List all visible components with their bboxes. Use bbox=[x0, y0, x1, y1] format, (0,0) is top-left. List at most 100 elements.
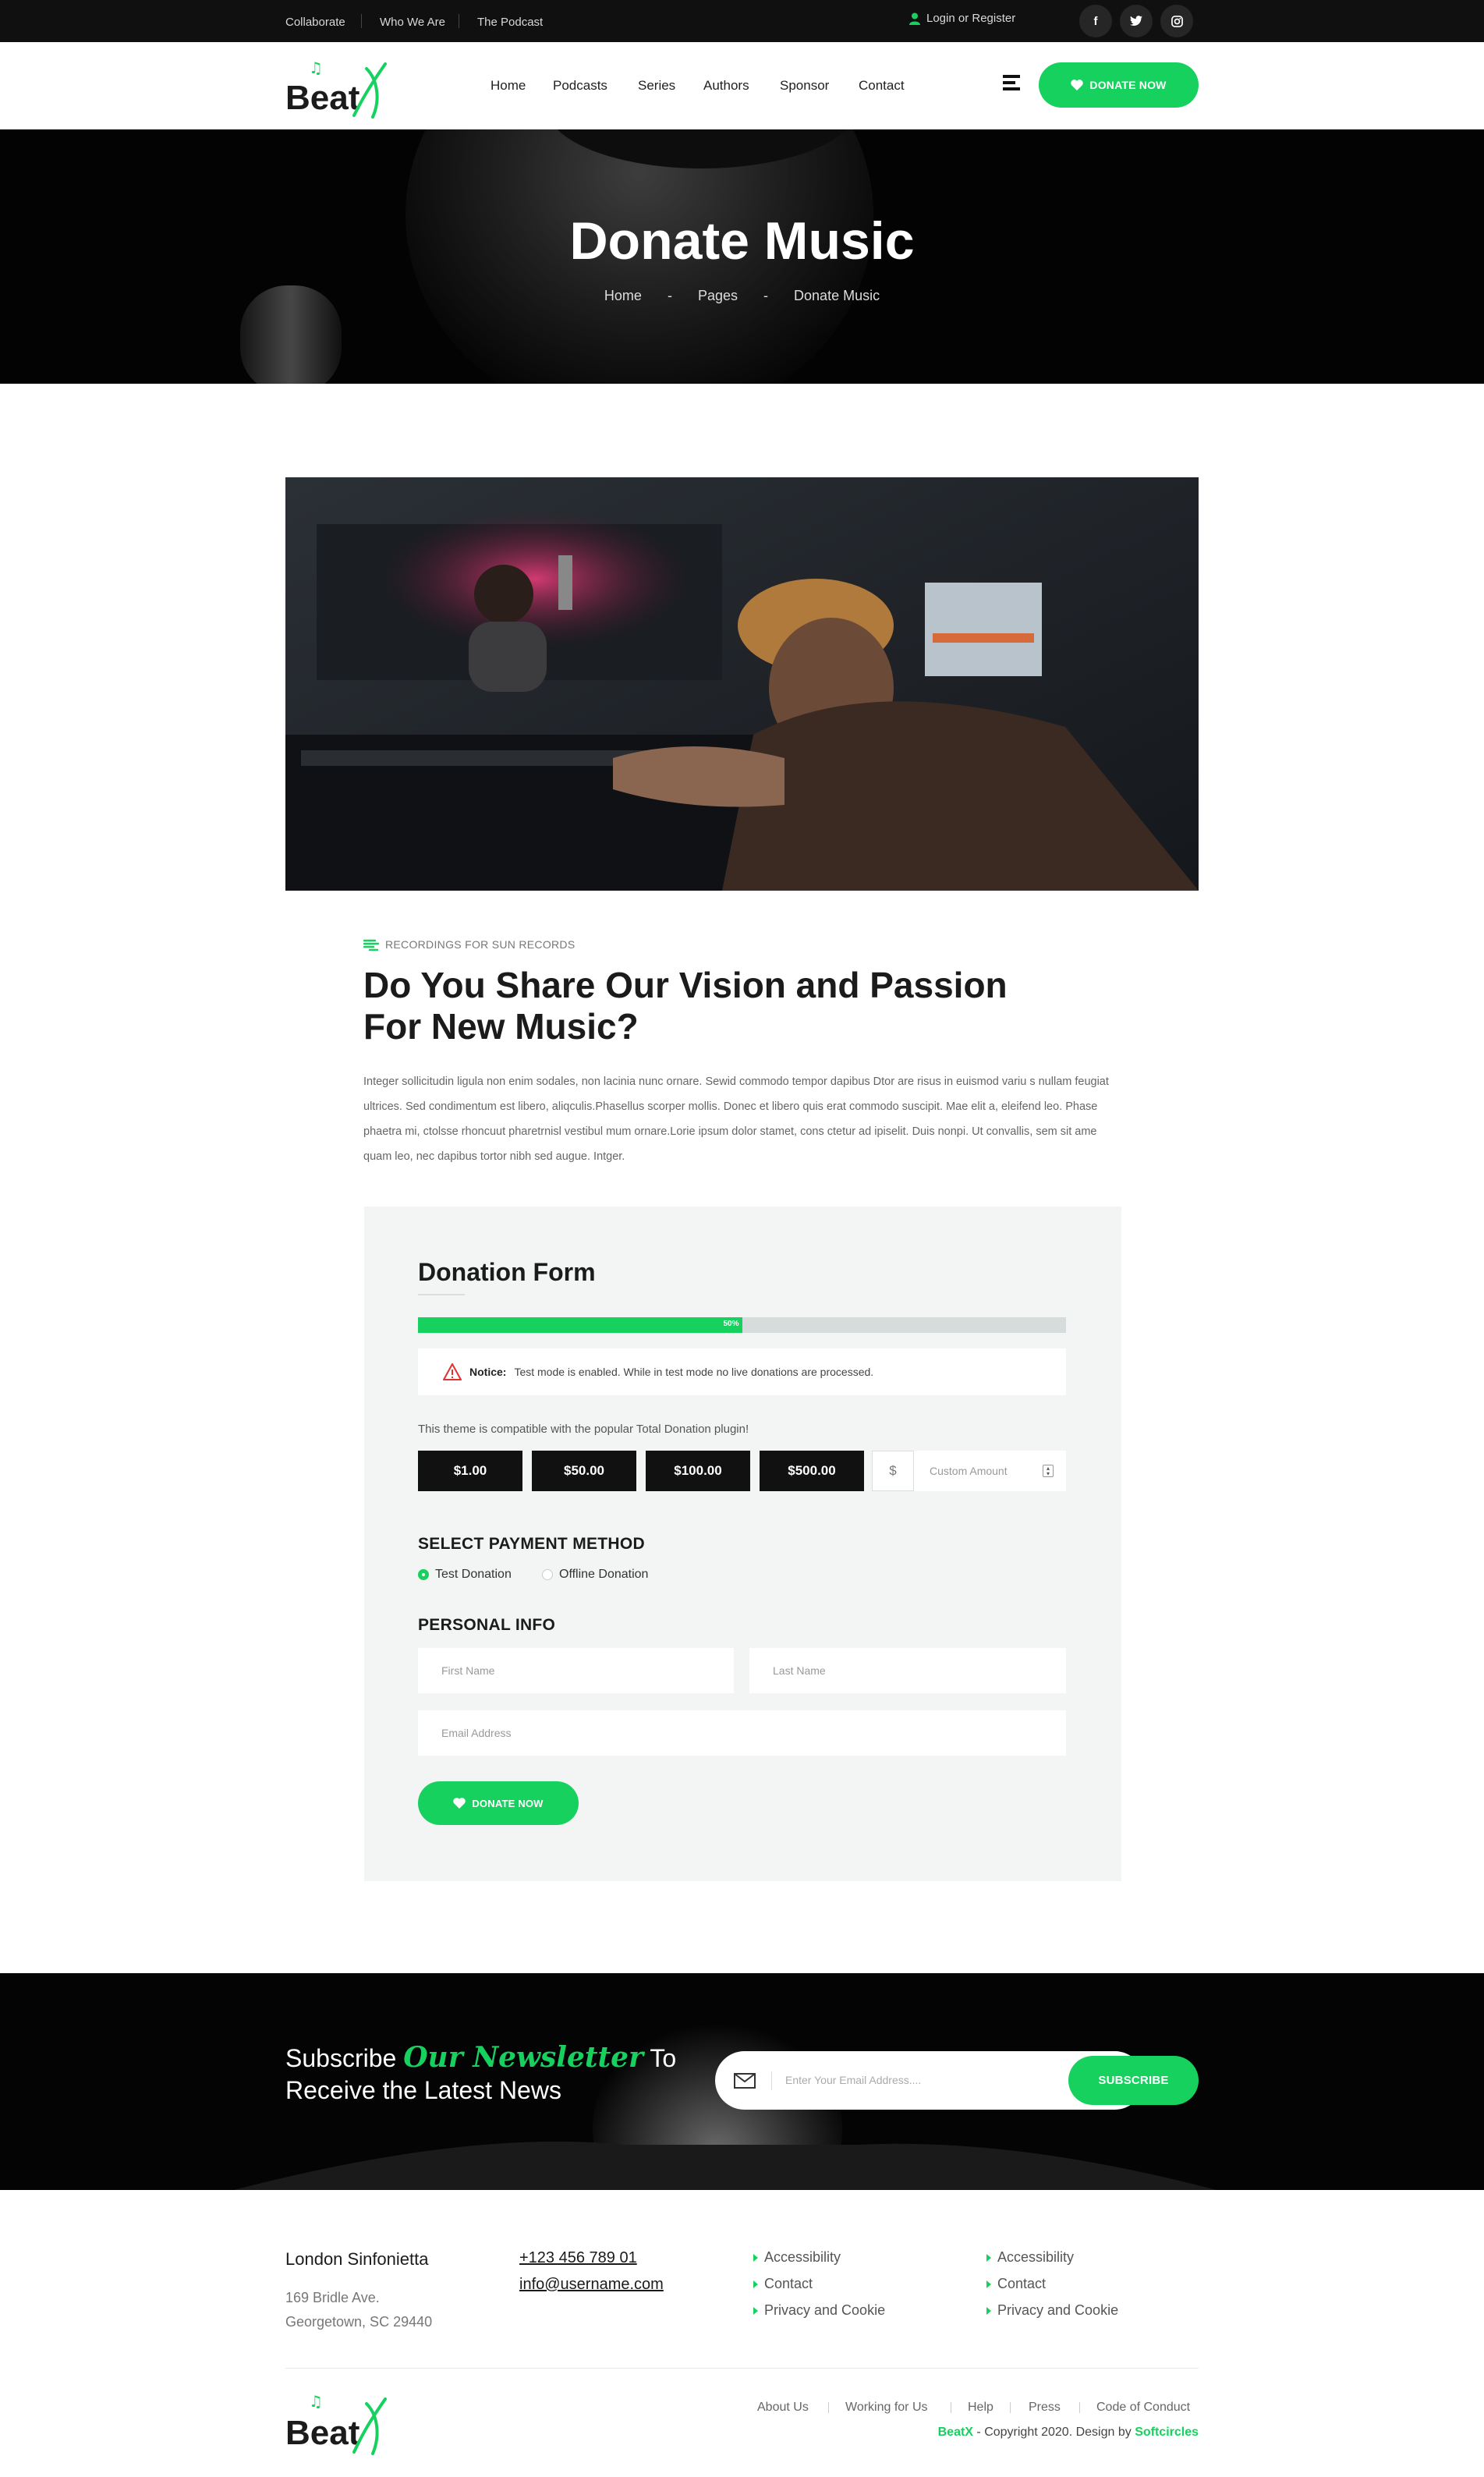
header-donate-label: DONATE NOW bbox=[1089, 79, 1167, 91]
logo-graphic: ♫ Beat bbox=[285, 58, 387, 119]
footer-logo[interactable]: ♫ Beat bbox=[285, 2387, 395, 2457]
page-hero: Donate Music Home - Pages - Donate Music bbox=[0, 129, 1484, 384]
footer-col1-contact[interactable]: Contact bbox=[753, 2276, 813, 2292]
menu-hamburger-icon[interactable] bbox=[1003, 75, 1020, 94]
notice-label: Notice: bbox=[469, 1366, 507, 1378]
footer-col2-contact[interactable]: Contact bbox=[986, 2276, 1046, 2292]
arrow-icon bbox=[753, 2280, 758, 2288]
copyright-author-link[interactable]: Softcircles bbox=[1135, 2426, 1199, 2439]
nav-home[interactable]: Home bbox=[491, 78, 526, 94]
arrow-icon bbox=[986, 2280, 991, 2288]
breadcrumb-home[interactable]: Home bbox=[604, 288, 642, 303]
footer-address-line-2: Georgetown, SC 29440 bbox=[285, 2314, 433, 2330]
top-bar: Collaborate Who We Are The Podcast Login… bbox=[0, 0, 1484, 42]
section-heading: Do You Share Our Vision and Passion For … bbox=[363, 965, 1034, 1047]
twitter-icon[interactable] bbox=[1120, 5, 1153, 37]
topbar-link-collaborate[interactable]: Collaborate bbox=[285, 16, 345, 29]
amount-option-50[interactable]: $50.00 bbox=[532, 1451, 636, 1491]
bottom-link-about-us[interactable]: About Us bbox=[757, 2401, 809, 2415]
arrow-icon bbox=[753, 2306, 758, 2315]
warning-icon bbox=[443, 1363, 462, 1380]
heart-icon bbox=[453, 1798, 466, 1809]
topbar-divider bbox=[361, 14, 362, 28]
first-name-field[interactable] bbox=[418, 1648, 734, 1693]
footer-link-label: Accessibility bbox=[764, 2249, 841, 2265]
radio-selected-icon[interactable] bbox=[418, 1569, 429, 1580]
progress-label: 50% bbox=[723, 1320, 739, 1328]
newsletter-email-input[interactable] bbox=[785, 2068, 1066, 2092]
intro-paragraph: Integer sollicitudin ligula non enim sod… bbox=[363, 1075, 1109, 1163]
site-logo[interactable]: ♫ Beat bbox=[285, 53, 395, 120]
subscribe-button[interactable]: SUBSCRIBE bbox=[1068, 2056, 1199, 2105]
copyright-brand[interactable]: BeatX bbox=[938, 2426, 973, 2439]
topbar-link-who-we-are[interactable]: Who We Are bbox=[380, 16, 445, 29]
personal-info-heading: PERSONAL INFO bbox=[418, 1616, 556, 1634]
breadcrumb-pages[interactable]: Pages bbox=[698, 288, 738, 303]
nav-authors[interactable]: Authors bbox=[703, 78, 749, 94]
radio-unselected-icon[interactable] bbox=[542, 1569, 553, 1580]
section-eyebrow: RECORDINGS FOR SUN RECORDS bbox=[363, 938, 575, 951]
donation-progress-bar: 50% bbox=[418, 1317, 1066, 1333]
newsletter-heading-post: To bbox=[650, 2044, 677, 2072]
last-name-field[interactable] bbox=[749, 1648, 1066, 1693]
studio-photo-graphic bbox=[285, 477, 1199, 891]
nav-contact[interactable]: Contact bbox=[859, 78, 905, 94]
newsletter-heading-line-2: Receive the Latest News bbox=[285, 2076, 561, 2104]
footer-col1-accessibility[interactable]: Accessibility bbox=[753, 2249, 841, 2266]
bottom-link-working-for-us[interactable]: Working for Us bbox=[845, 2401, 928, 2415]
donate-submit-label: DONATE NOW bbox=[472, 1797, 544, 1809]
footer-col1-privacy[interactable]: Privacy and Cookie bbox=[753, 2302, 885, 2319]
twitter-glyph bbox=[1130, 16, 1142, 27]
arrow-icon bbox=[753, 2253, 758, 2262]
bottom-separator bbox=[1010, 2402, 1011, 2413]
footer-email-link[interactable]: info@username.com bbox=[519, 2276, 664, 2294]
footer-col2-privacy[interactable]: Privacy and Cookie bbox=[986, 2302, 1118, 2319]
footer-phone-link[interactable]: +123 456 789 01 bbox=[519, 2249, 637, 2267]
footer-col2-accessibility[interactable]: Accessibility bbox=[986, 2249, 1074, 2266]
amount-option-500[interactable]: $500.00 bbox=[760, 1451, 864, 1491]
nav-podcasts[interactable]: Podcasts bbox=[553, 78, 607, 94]
eyebrow-label: RECORDINGS FOR SUN RECORDS bbox=[385, 938, 576, 951]
instagram-glyph bbox=[1171, 15, 1183, 27]
compatibility-text: This theme is compatible with the popula… bbox=[418, 1423, 749, 1436]
donate-submit-button[interactable]: DONATE NOW bbox=[418, 1781, 579, 1825]
studio-photo bbox=[285, 477, 1199, 891]
svg-text:♫: ♫ bbox=[309, 2392, 323, 2411]
title-underline bbox=[418, 1294, 465, 1295]
copyright-body: - Copyright 2020. Design by bbox=[972, 2426, 1135, 2439]
breadcrumb-separator: - bbox=[667, 288, 672, 303]
amount-stepper-icon[interactable]: ▴ ▾ bbox=[1043, 1465, 1054, 1477]
instagram-icon[interactable] bbox=[1160, 5, 1193, 37]
bottom-link-press[interactable]: Press bbox=[1029, 2401, 1061, 2415]
payment-option-test[interactable]: Test Donation bbox=[418, 1568, 512, 1582]
copyright-text: BeatX - Copyright 2020. Design by Softci… bbox=[938, 2426, 1199, 2440]
newsletter-divider bbox=[771, 2071, 772, 2090]
bottom-separator bbox=[828, 2402, 829, 2413]
svg-text:♫: ♫ bbox=[309, 58, 323, 77]
heading-line-1: Do You Share Our Vision and Passion bbox=[363, 965, 1008, 1005]
bottom-link-code-of-conduct[interactable]: Code of Conduct bbox=[1096, 2401, 1190, 2415]
email-field[interactable] bbox=[418, 1710, 1066, 1756]
svg-text:Beat: Beat bbox=[285, 2414, 360, 2452]
footer-logo-graphic: ♫ Beat bbox=[285, 2392, 387, 2455]
newsletter-heading-pre: Subscribe bbox=[285, 2044, 397, 2072]
footer-link-label: Contact bbox=[997, 2276, 1047, 2291]
heart-icon bbox=[1071, 80, 1084, 90]
header-donate-button[interactable]: DONATE NOW bbox=[1039, 62, 1199, 108]
progress-fill: 50% bbox=[418, 1317, 742, 1333]
topbar-link-the-podcast[interactable]: The Podcast bbox=[477, 16, 543, 29]
bottom-separator bbox=[1079, 2402, 1080, 2413]
nav-sponsor[interactable]: Sponsor bbox=[780, 78, 829, 94]
arrow-icon bbox=[986, 2306, 991, 2315]
bottom-link-help[interactable]: Help bbox=[968, 2401, 993, 2415]
amount-option-1[interactable]: $1.00 bbox=[418, 1451, 522, 1491]
newsletter-section: Subscribe Our Newsletter To Receive the … bbox=[0, 1973, 1484, 2190]
test-mode-notice: Notice: Test mode is enabled. While in t… bbox=[418, 1348, 1066, 1395]
login-register-link[interactable]: Login or Register bbox=[909, 12, 1015, 25]
amount-option-100[interactable]: $100.00 bbox=[646, 1451, 750, 1491]
nav-series[interactable]: Series bbox=[638, 78, 675, 94]
payment-option-offline[interactable]: Offline Donation bbox=[542, 1568, 648, 1582]
facebook-icon[interactable]: f bbox=[1079, 5, 1112, 37]
currency-symbol: $ bbox=[872, 1451, 914, 1491]
footer-link-label: Privacy and Cookie bbox=[764, 2302, 886, 2318]
